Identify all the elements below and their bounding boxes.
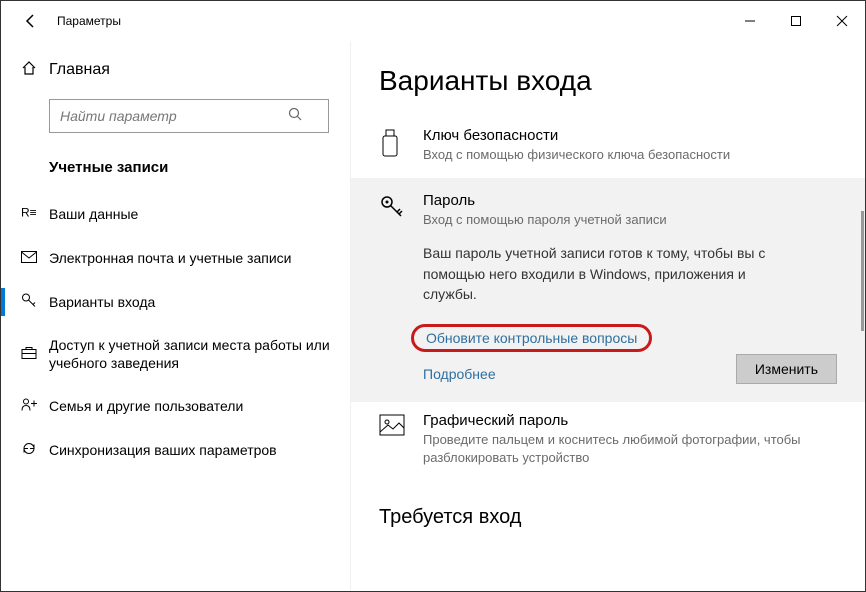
close-button[interactable] <box>819 1 865 41</box>
link-row: Обновите контрольные вопросы <box>423 324 837 352</box>
home-label: Главная <box>49 61 110 79</box>
settings-window: Параметры Главная <box>0 0 866 592</box>
option-desc: Проведите пальцем и коснитесь любимой фо… <box>423 431 837 467</box>
require-signin-heading: Требуется вход <box>379 506 837 539</box>
nav-family[interactable]: Семья и другие пользователи <box>1 384 350 428</box>
titlebar: Параметры <box>1 1 865 41</box>
person-icon: R≡ <box>21 205 37 224</box>
back-button[interactable] <box>13 3 49 39</box>
sync-icon <box>21 441 37 460</box>
briefcase-icon <box>21 346 37 363</box>
search-input[interactable] <box>49 99 329 133</box>
minimize-button[interactable] <box>727 1 773 41</box>
nav-signin-options[interactable]: Варианты входа <box>1 280 350 324</box>
option-desc: Вход с помощью пароля учетной записи <box>423 211 837 229</box>
picture-icon <box>379 412 407 467</box>
option-security-key[interactable]: Ключ безопасности Вход с помощью физичес… <box>379 117 837 178</box>
home-nav[interactable]: Главная <box>1 51 350 89</box>
nav-label: Доступ к учетной записи места работы или… <box>49 336 334 372</box>
nav-work-school[interactable]: Доступ к учетной записи места работы или… <box>1 324 350 384</box>
content-area: Варианты входа Ключ безопасности Вход с … <box>351 41 865 591</box>
option-body: Ключ безопасности Вход с помощью физичес… <box>423 127 837 164</box>
nav-your-info[interactable]: R≡ Ваши данные <box>1 192 350 236</box>
category-heading: Учетные записи <box>1 143 350 192</box>
nav-label: Варианты входа <box>49 293 155 311</box>
update-security-questions-link[interactable]: Обновите контрольные вопросы <box>411 324 652 352</box>
option-password-expanded: Пароль Вход с помощью пароля учетной зап… <box>351 178 865 402</box>
scrollbar-thumb[interactable] <box>861 211 864 331</box>
nav-label: Ваши данные <box>49 205 138 223</box>
window-title: Параметры <box>57 14 121 28</box>
home-icon <box>21 60 37 81</box>
nav-sync[interactable]: Синхронизация ваших параметров <box>1 428 350 472</box>
window-body: Главная Учетные записи R≡ Ваши данные <box>1 41 865 591</box>
option-body: Графический пароль Проведите пальцем и к… <box>423 412 837 467</box>
nav-label: Электронная почта и учетные записи <box>49 249 291 267</box>
search-container <box>1 89 350 143</box>
change-button[interactable]: Изменить <box>736 354 837 384</box>
sidebar: Главная Учетные записи R≡ Ваши данные <box>1 41 351 591</box>
key-icon <box>21 293 37 312</box>
nav-label: Синхронизация ваших параметров <box>49 441 277 459</box>
window-controls <box>727 1 865 41</box>
page-title: Варианты входа <box>379 65 837 97</box>
option-desc: Вход с помощью физического ключа безопас… <box>423 146 837 164</box>
option-picture-password[interactable]: Графический пароль Проведите пальцем и к… <box>379 402 837 481</box>
mail-icon <box>21 250 37 266</box>
maximize-button[interactable] <box>773 1 819 41</box>
nav-email-accounts[interactable]: Электронная почта и учетные записи <box>1 236 350 280</box>
option-title: Пароль <box>423 192 837 209</box>
option-title: Графический пароль <box>423 412 837 429</box>
people-icon <box>21 398 39 415</box>
usb-key-icon <box>379 127 407 164</box>
svg-text:R≡: R≡ <box>21 206 37 220</box>
key-icon <box>379 192 407 384</box>
nav-list: R≡ Ваши данные Электронная почта и учетн… <box>1 192 350 472</box>
option-title: Ключ безопасности <box>423 127 837 144</box>
learn-more-link[interactable]: Подробнее <box>423 366 496 382</box>
password-body-text: Ваш пароль учетной записи готов к тому, … <box>423 243 803 304</box>
nav-label: Семья и другие пользователи <box>49 397 243 415</box>
